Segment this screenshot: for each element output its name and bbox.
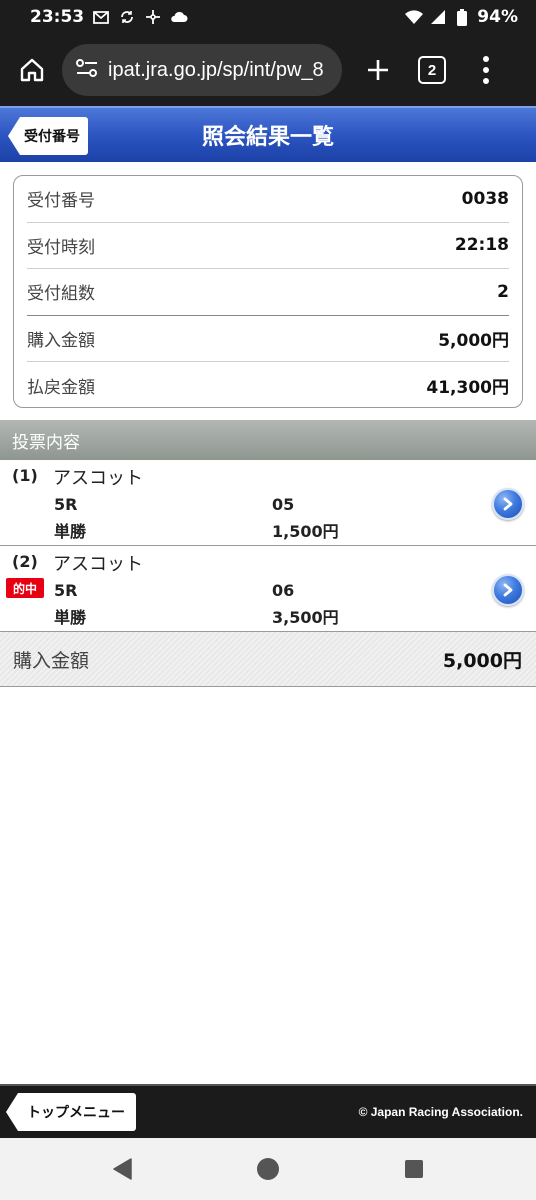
dot	[483, 56, 489, 62]
summary-value: 2	[497, 281, 509, 302]
nav-back-button[interactable]	[109, 1156, 135, 1182]
nav-recents-button[interactable]	[401, 1156, 427, 1182]
signal-icon	[429, 8, 447, 26]
battery-percent: 94%	[477, 7, 518, 27]
summary-value: 0038	[461, 188, 509, 209]
pinwheel-icon	[144, 8, 162, 26]
bet-venue: アスコット	[53, 554, 143, 575]
page-footer: トップメニュー © Japan Racing Association.	[0, 1084, 536, 1138]
site-settings-icon[interactable]	[76, 58, 98, 82]
detail-arrow-button[interactable]	[492, 488, 524, 520]
bet-race: 5R	[54, 581, 78, 600]
top-menu-button[interactable]: トップメニュー	[6, 1093, 136, 1131]
summary-row-purchase-amount: 購入金額 5,000円	[27, 316, 509, 362]
summary-label: 受付組数	[27, 284, 95, 305]
section-header-bet-details: 投票内容	[0, 420, 536, 460]
bet-horse-number: 06	[272, 581, 295, 600]
hit-badge: 的中	[6, 578, 44, 598]
bet-amount: 3,500円	[272, 608, 339, 627]
home-icon	[20, 58, 44, 82]
battery-icon	[453, 8, 471, 26]
bet-type: 単勝	[54, 522, 87, 541]
recents-square-icon	[405, 1160, 423, 1178]
home-button[interactable]	[10, 48, 54, 92]
summary-value: 41,300円	[426, 377, 509, 398]
total-purchase-row: 購入金額 5,000円	[0, 632, 536, 687]
summary-label: 受付時刻	[27, 237, 95, 258]
new-tab-button[interactable]	[356, 48, 400, 92]
bet-item[interactable]: (1) アスコット 5R 05 単勝 1,500円	[0, 460, 536, 546]
bet-venue: アスコット	[53, 468, 143, 489]
page-title: 照会結果一覧	[201, 125, 334, 150]
back-button[interactable]: 受付番号	[8, 117, 88, 155]
bet-number: (2)	[12, 552, 38, 571]
summary-panel: 受付番号 0038 受付時刻 22:18 受付組数 2 購入金額 5,000円 …	[13, 175, 523, 408]
summary-label: 購入金額	[27, 330, 95, 351]
more-menu-button[interactable]	[474, 48, 498, 92]
plus-icon	[368, 60, 388, 80]
bet-number: (1)	[12, 466, 38, 485]
bet-item[interactable]: (2) 的中 アスコット 5R 06 単勝 3,500円	[0, 546, 536, 632]
cloud-icon	[170, 8, 188, 26]
gmail-icon	[92, 8, 110, 26]
nav-home-button[interactable]	[255, 1156, 281, 1182]
total-value: 5,000円	[442, 649, 522, 672]
summary-row-receipt-time: 受付時刻 22:18	[27, 223, 509, 269]
bet-type: 単勝	[54, 608, 87, 627]
browser-toolbar: ipat.jra.go.jp/sp/int/pw_8 2	[0, 34, 536, 106]
bet-horse-number: 05	[272, 495, 295, 514]
detail-arrow-button[interactable]	[492, 574, 524, 606]
dot	[483, 78, 489, 84]
summary-label: 払戻金額	[27, 377, 95, 398]
summary-value: 22:18	[454, 235, 509, 256]
sync-icon	[118, 8, 136, 26]
summary-value: 5,000円	[438, 330, 509, 351]
dot	[483, 67, 489, 73]
summary-row-payout-amount: 払戻金額 41,300円	[27, 362, 509, 409]
chevron-right-icon	[503, 583, 513, 597]
wifi-icon	[405, 8, 424, 26]
total-label: 購入金額	[13, 649, 90, 672]
copyright-text: © Japan Racing Association.	[358, 1105, 523, 1119]
summary-row-receipt-number: 受付番号 0038	[27, 176, 509, 223]
tab-switcher-button[interactable]: 2	[418, 56, 446, 84]
system-nav-bar	[0, 1138, 536, 1200]
bet-race: 5R	[54, 495, 78, 514]
back-triangle-icon	[113, 1158, 132, 1180]
address-bar[interactable]: ipat.jra.go.jp/sp/int/pw_8	[62, 44, 342, 96]
url-text: ipat.jra.go.jp/sp/int/pw_8	[108, 58, 324, 81]
page-header: 受付番号 照会結果一覧	[0, 106, 536, 162]
summary-row-set-count: 受付組数 2	[27, 269, 509, 316]
bet-amount: 1,500円	[272, 522, 339, 541]
home-circle-icon	[257, 1158, 279, 1180]
summary-label: 受付番号	[27, 191, 95, 212]
chevron-right-icon	[503, 497, 513, 511]
status-bar: 23:53 94%	[0, 0, 536, 34]
status-time: 23:53	[30, 7, 85, 27]
